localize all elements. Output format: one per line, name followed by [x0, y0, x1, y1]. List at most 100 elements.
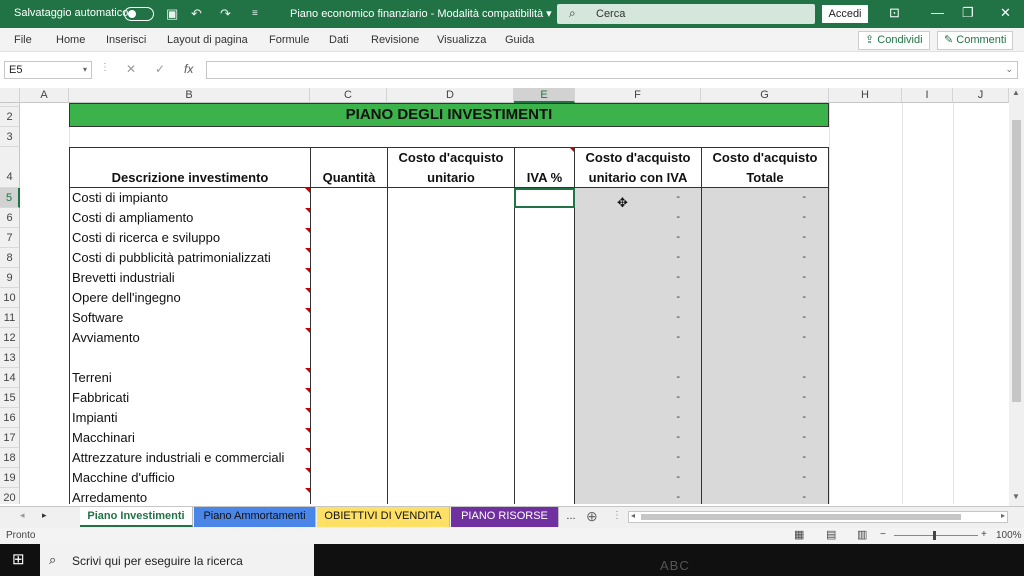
selected-cell-e5[interactable] — [514, 188, 575, 208]
chevron-down-icon[interactable]: ▾ — [83, 62, 87, 78]
menu-insert[interactable]: Inserisci — [106, 34, 146, 46]
tab-scroll-left-icon[interactable]: ◂ — [20, 510, 25, 521]
row-header-14[interactable]: 14 — [0, 368, 20, 388]
col-header-g[interactable]: G — [701, 88, 829, 103]
windows-start-icon[interactable]: ⊞ — [12, 550, 25, 568]
row-header-12[interactable]: 12 — [0, 328, 20, 348]
row-header-15[interactable]: 15 — [0, 388, 20, 408]
redo-icon[interactable]: ↷ — [220, 6, 231, 22]
menu-formulas[interactable]: Formule — [269, 34, 309, 46]
comment-indicator-icon[interactable] — [305, 408, 310, 413]
row-header-6[interactable]: 6 — [0, 208, 20, 228]
minimize-icon[interactable]: — — [931, 5, 944, 20]
cancel-icon[interactable]: ✕ — [126, 62, 136, 76]
scroll-down-icon[interactable]: ▼ — [1012, 492, 1020, 501]
document-title[interactable]: Piano economico finanziario - Modalità c… — [290, 7, 552, 20]
unit-cost-with-vat-value[interactable]: - — [650, 411, 680, 423]
zoom-in-icon[interactable]: + — [981, 529, 987, 540]
col-header-f[interactable]: F — [575, 88, 701, 103]
row-header-4[interactable]: 4 — [0, 147, 20, 188]
row-header-11[interactable]: 11 — [0, 308, 20, 328]
enter-icon[interactable]: ✓ — [155, 62, 165, 76]
item-description[interactable]: Costi di pubblicità patrimonializzati — [72, 250, 271, 265]
total-cost-value[interactable]: - — [776, 491, 806, 503]
share-button[interactable]: ⇪ Condividi — [858, 31, 930, 50]
comment-indicator-icon[interactable] — [305, 228, 310, 233]
comment-indicator-icon[interactable] — [305, 308, 310, 313]
comment-indicator-icon[interactable] — [305, 188, 310, 193]
menu-file[interactable]: File — [14, 34, 32, 46]
zoom-slider-thumb[interactable] — [933, 531, 936, 540]
comment-indicator-icon[interactable] — [305, 468, 310, 473]
more-tabs-button[interactable]: ... — [562, 507, 580, 527]
menu-view[interactable]: Visualizza — [437, 34, 486, 46]
total-cost-value[interactable]: - — [776, 231, 806, 243]
unit-cost-with-vat-value[interactable]: - — [650, 211, 680, 223]
total-cost-value[interactable]: - — [776, 391, 806, 403]
comment-indicator-icon[interactable] — [305, 328, 310, 333]
item-description[interactable]: Arredamento — [72, 490, 147, 504]
col-header-j[interactable]: J — [953, 88, 1009, 103]
signin-button[interactable]: Accedi — [822, 5, 868, 23]
total-cost-value[interactable]: - — [776, 471, 806, 483]
scroll-up-icon[interactable]: ▲ — [1012, 88, 1020, 97]
tab-piano-ammortamenti[interactable]: Piano Ammortamenti — [194, 507, 316, 527]
row-header-19[interactable]: 19 — [0, 468, 20, 488]
row-header-16[interactable]: 16 — [0, 408, 20, 428]
item-description[interactable]: Costi di impianto — [72, 190, 168, 205]
row-header-13[interactable]: 13 — [0, 348, 20, 368]
name-box[interactable]: E5 ▾ — [4, 61, 92, 79]
hscroll-right-icon[interactable]: ▸ — [1001, 511, 1005, 520]
zoom-level[interactable]: 100% — [996, 530, 1022, 541]
hscroll-thumb[interactable] — [641, 514, 961, 520]
row-header-3[interactable]: 3 — [0, 127, 20, 147]
splitter-icon[interactable]: ⋮ — [612, 510, 622, 521]
menu-page-layout[interactable]: Layout di pagina — [167, 34, 248, 46]
row-header-18[interactable]: 18 — [0, 448, 20, 468]
item-description[interactable]: Macchine d'ufficio — [72, 470, 175, 485]
unit-cost-with-vat-value[interactable]: - — [650, 431, 680, 443]
unit-cost-with-vat-value[interactable]: - — [650, 331, 680, 343]
comment-indicator-icon[interactable] — [305, 208, 310, 213]
page-layout-view-icon[interactable]: ▤ — [826, 528, 836, 541]
normal-view-icon[interactable]: ▦ — [794, 528, 804, 541]
unit-cost-with-vat-value[interactable]: - — [650, 471, 680, 483]
row-header-17[interactable]: 17 — [0, 428, 20, 448]
scroll-thumb[interactable] — [1012, 120, 1021, 402]
comment-indicator-icon[interactable] — [305, 388, 310, 393]
row-header-2[interactable]: 2 — [0, 107, 20, 127]
ribbon-display-icon[interactable]: ⊡ — [889, 5, 900, 21]
undo-icon[interactable]: ↶ — [191, 6, 202, 22]
item-description[interactable]: Attrezzature industriali e commerciali — [72, 450, 284, 465]
item-description[interactable]: Macchinari — [72, 430, 135, 445]
col-header-i[interactable]: I — [902, 88, 953, 103]
unit-cost-with-vat-value[interactable]: - — [650, 451, 680, 463]
zoom-slider[interactable] — [894, 535, 978, 536]
add-sheet-icon[interactable]: ⊕ — [586, 508, 598, 525]
total-cost-value[interactable]: - — [776, 311, 806, 323]
unit-cost-with-vat-value[interactable]: - — [650, 191, 680, 203]
col-header-c[interactable]: C — [310, 88, 387, 103]
customize-qat-icon[interactable]: ≡ — [252, 8, 258, 19]
unit-cost-with-vat-value[interactable]: - — [650, 311, 680, 323]
col-header-b[interactable]: B — [69, 88, 310, 103]
tab-obiettivi-vendita[interactable]: OBIETTIVI DI VENDITA — [317, 507, 450, 527]
comment-indicator-icon[interactable] — [305, 448, 310, 453]
comment-indicator-icon[interactable] — [569, 147, 574, 152]
total-cost-value[interactable]: - — [776, 191, 806, 203]
insert-function-icon[interactable]: fx — [184, 62, 193, 76]
item-description[interactable]: Costi di ampliamento — [72, 210, 193, 225]
search-box[interactable]: ⌕ Cerca — [557, 4, 815, 24]
total-cost-value[interactable]: - — [776, 271, 806, 283]
item-description[interactable]: Costi di ricerca e sviluppo — [72, 230, 220, 245]
restore-icon[interactable]: ❐ — [962, 5, 974, 21]
row-header-7[interactable]: 7 — [0, 228, 20, 248]
item-description[interactable]: Avviamento — [72, 330, 140, 345]
total-cost-value[interactable]: - — [776, 411, 806, 423]
row-header-10[interactable]: 10 — [0, 288, 20, 308]
row-header-8[interactable]: 8 — [0, 248, 20, 268]
comments-button[interactable]: ✎ Commenti — [937, 31, 1014, 50]
page-break-view-icon[interactable]: ▥ — [857, 528, 867, 541]
save-icon[interactable]: ▣ — [166, 6, 178, 22]
unit-cost-with-vat-value[interactable]: - — [650, 371, 680, 383]
